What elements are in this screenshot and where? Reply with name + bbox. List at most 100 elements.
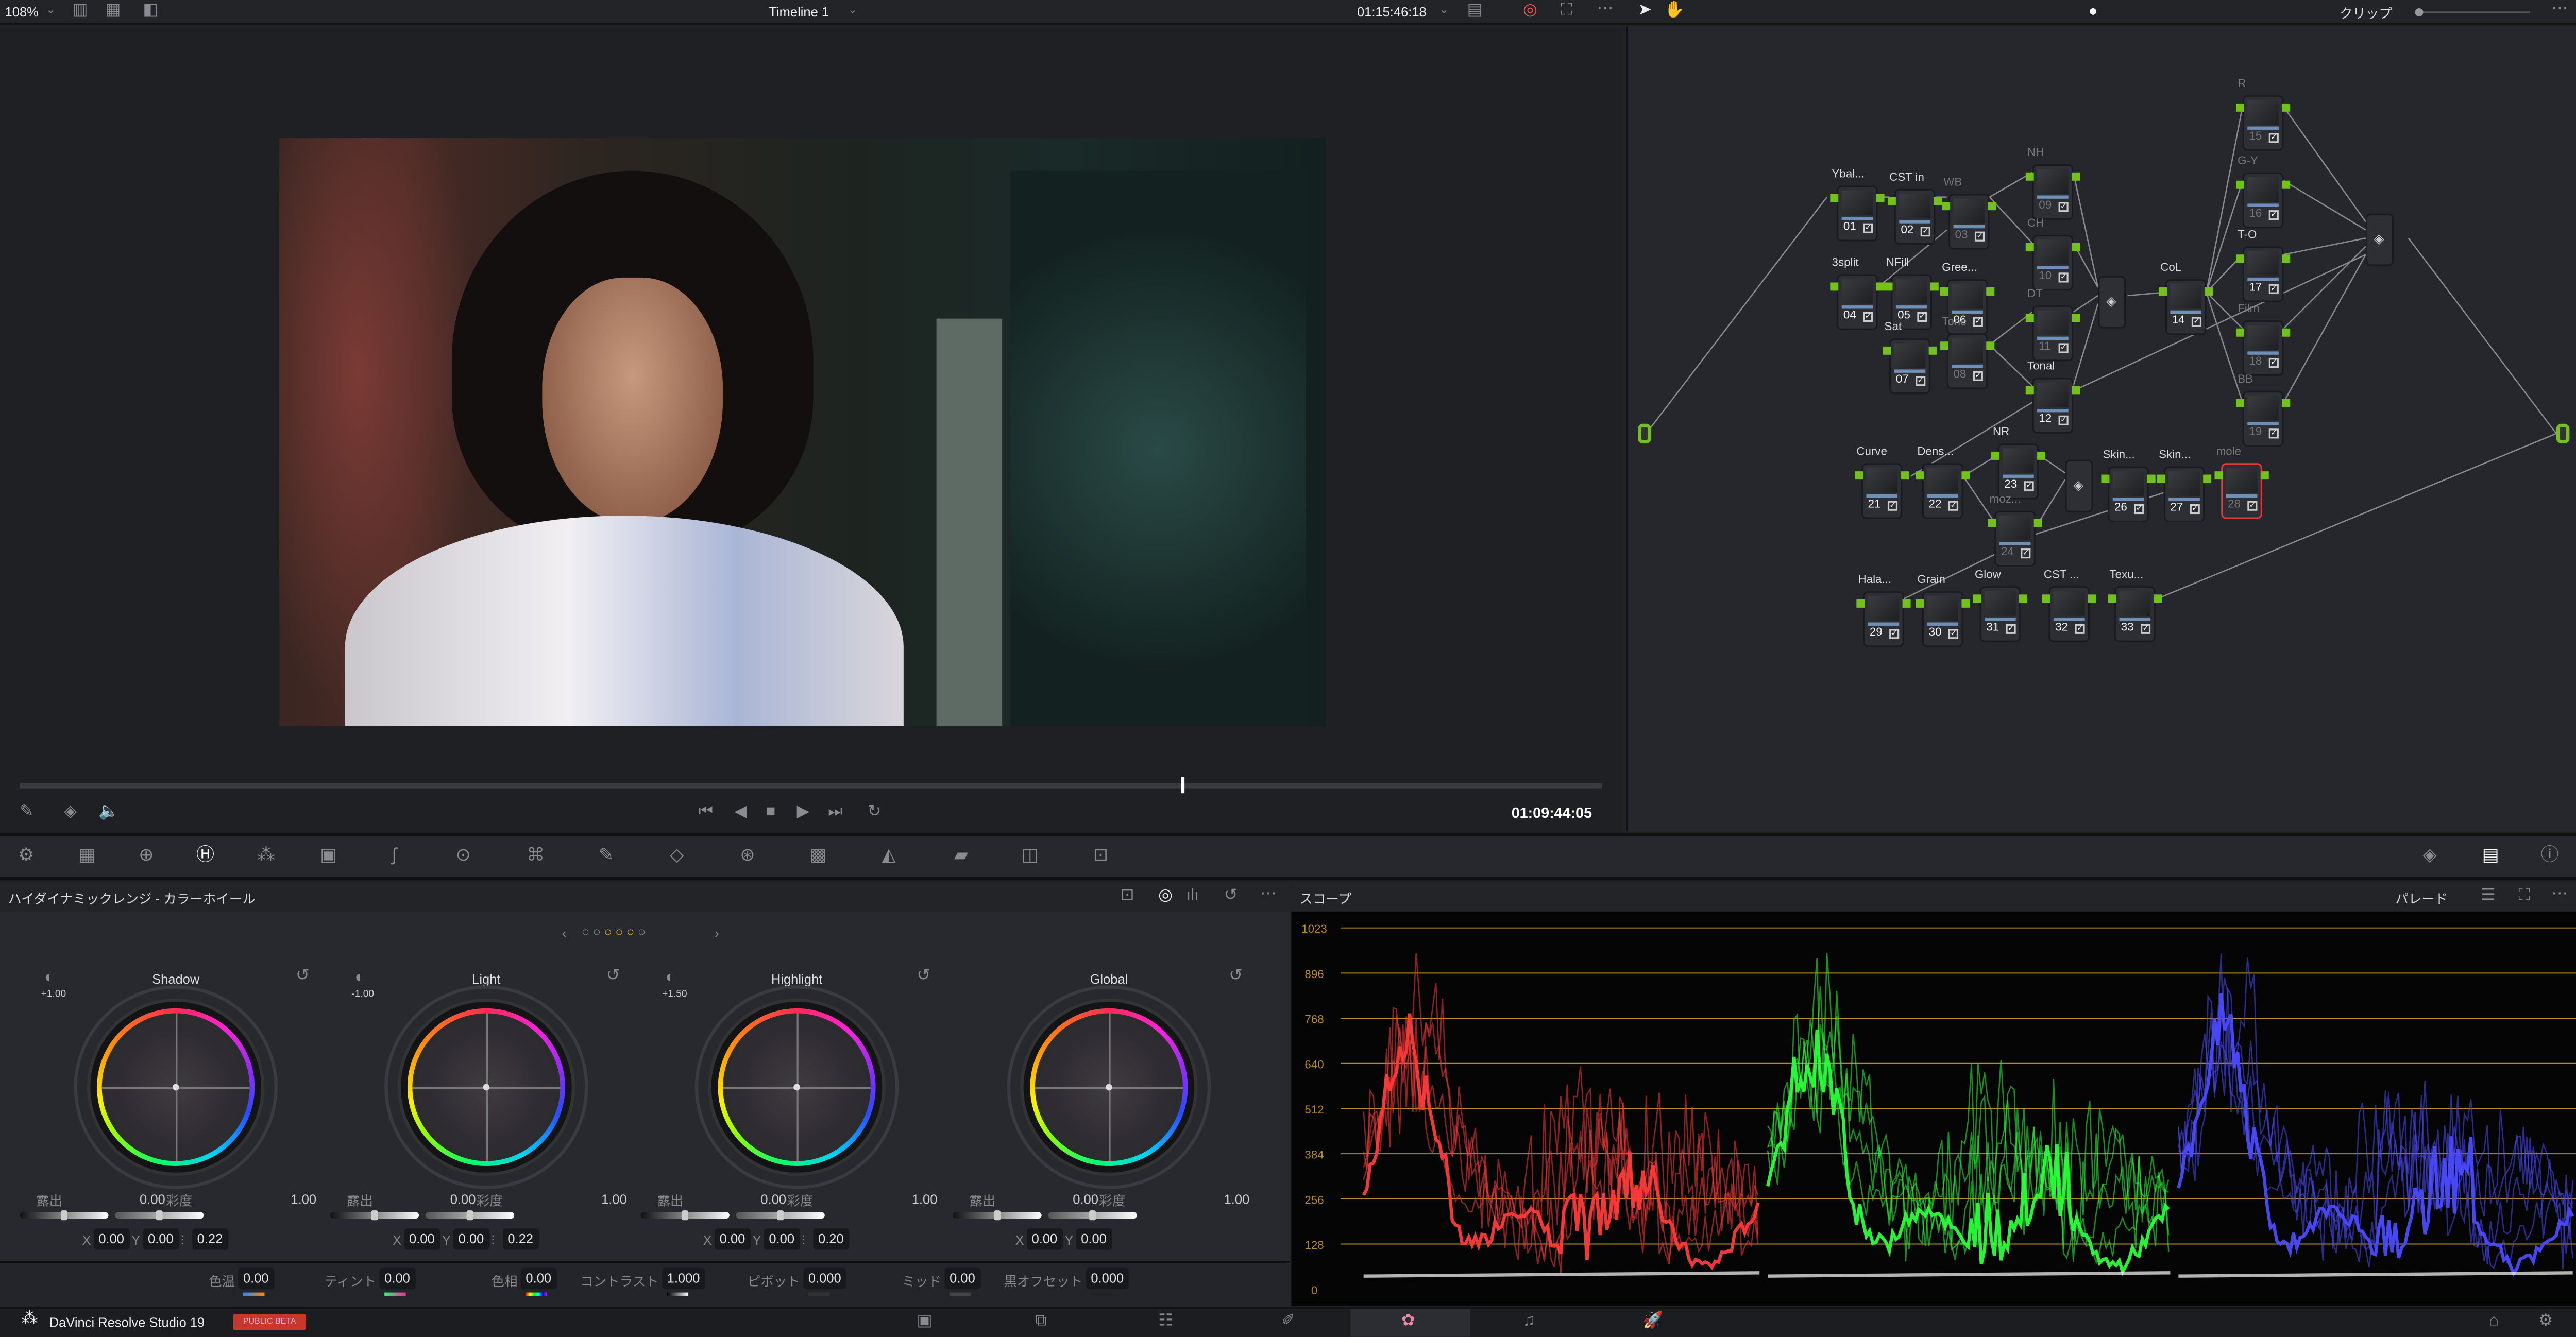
exposure-slider[interactable] <box>953 1210 1042 1221</box>
settings-gear-icon[interactable]: ⚙ <box>2538 1313 2553 1330</box>
node-input-pin[interactable] <box>2214 471 2223 480</box>
node-27[interactable]: Skin... 27 ✓ <box>2157 450 2212 523</box>
node-output-pin[interactable] <box>1961 599 1970 608</box>
y-field[interactable]: 0.00 <box>143 1228 179 1250</box>
node-output-pin[interactable] <box>2205 287 2213 296</box>
node-19[interactable]: BB 19 ✓ <box>2235 374 2291 447</box>
color-wheel-light[interactable] <box>401 1002 572 1173</box>
zone-picker-icon[interactable]: ◐ <box>355 970 365 987</box>
expand-icon[interactable]: ⊡ <box>1121 888 1134 905</box>
node-output-pin[interactable] <box>1876 194 1885 202</box>
x-field[interactable]: 0.00 <box>715 1228 750 1250</box>
exposure-value[interactable]: 0.00 <box>140 1192 165 1207</box>
node-output-pin[interactable] <box>2088 594 2096 603</box>
key-icon[interactable]: ◭ <box>877 844 901 867</box>
reset-icon[interactable]: ↺ <box>1224 888 1238 905</box>
node-output-pin[interactable] <box>2282 399 2291 407</box>
node-29[interactable]: Hala... 29 ✓ <box>1856 575 1911 647</box>
reset-icon[interactable]: ↺ <box>606 968 620 985</box>
deliver-page-icon[interactable]: 🚀 <box>1643 1313 1664 1330</box>
node-enable-checkbox[interactable]: ✓ <box>1889 629 1900 639</box>
node-21[interactable]: Curve 21 ✓ <box>1855 447 1909 519</box>
color-wheel-highlight[interactable] <box>711 1002 883 1173</box>
falloff-field[interactable]: 0.20 <box>813 1228 849 1250</box>
node-enable-checkbox[interactable]: ✓ <box>1863 312 1873 322</box>
node-04[interactable]: 3split 04 ✓ <box>1830 258 1885 330</box>
node-output-pin[interactable] <box>2019 594 2027 603</box>
node-18[interactable]: Film 18 ✓ <box>2235 304 2291 376</box>
scope-settings-icon[interactable]: ☰ <box>2481 888 2496 905</box>
reset-icon[interactable]: ↺ <box>1229 968 1243 985</box>
node-output-pin[interactable] <box>1986 341 1995 350</box>
node-enable-checkbox[interactable]: ✓ <box>2058 272 2069 283</box>
node-enable-checkbox[interactable]: ✓ <box>1948 501 1959 511</box>
y-field[interactable]: 0.00 <box>1076 1228 1112 1250</box>
x-field[interactable]: 0.00 <box>404 1228 440 1250</box>
camera-raw-icon[interactable]: ⚙ <box>15 844 38 867</box>
node-input-pin[interactable] <box>1988 519 1996 527</box>
node-input-pin[interactable] <box>2042 594 2050 603</box>
node-enable-checkbox[interactable]: ✓ <box>1887 501 1898 511</box>
3d-icon[interactable]: ◫ <box>1019 844 1042 867</box>
node-input-pin[interactable] <box>1883 346 1891 355</box>
saturation-slider[interactable] <box>1048 1210 1137 1221</box>
node-output-pin[interactable] <box>2282 328 2291 337</box>
layer-mixer-2[interactable]: ◈ <box>2065 459 2093 512</box>
color-wheel-shadow[interactable] <box>90 1002 262 1173</box>
node-input-pin[interactable] <box>2157 474 2165 483</box>
node-input-pin[interactable] <box>2235 399 2244 407</box>
hdr-icon[interactable]: Ⓗ <box>194 844 217 867</box>
saturation-slider[interactable] <box>736 1210 825 1221</box>
wheel-puck[interactable] <box>793 1084 800 1091</box>
blur-icon[interactable]: ▩ <box>807 844 830 867</box>
stereo-icon[interactable]: ⊡ <box>1089 844 1112 867</box>
falloff-field[interactable]: 0.22 <box>192 1228 228 1250</box>
adjust-field[interactable]: 0.00 <box>379 1267 415 1290</box>
falloff-field[interactable]: 0.22 <box>502 1228 538 1250</box>
motion-effects-icon[interactable]: ▣ <box>317 844 340 867</box>
node-input-pin[interactable] <box>2235 254 2244 263</box>
node-input-pin[interactable] <box>2101 474 2110 483</box>
node-output-pin[interactable] <box>1902 599 1911 608</box>
rgb-mixer-icon[interactable]: ⁂ <box>255 844 278 867</box>
node-output-pin[interactable] <box>1876 282 1885 291</box>
node-output-pin[interactable] <box>2037 451 2046 460</box>
node-output-pin[interactable] <box>2072 172 2080 181</box>
node-input-pin[interactable] <box>1884 282 1893 291</box>
node-output-pin[interactable] <box>1901 471 1909 480</box>
node-input-pin[interactable] <box>2025 386 2034 395</box>
more-icon[interactable]: ⋯ <box>2551 886 2568 903</box>
y-field[interactable]: 0.00 <box>764 1228 800 1250</box>
node-10[interactable]: CH 10 ✓ <box>2025 218 2080 291</box>
curves-icon[interactable]: ∫ <box>383 844 406 867</box>
adjust-field[interactable]: 0.000 <box>803 1267 846 1290</box>
node-input-pin[interactable] <box>2235 328 2244 337</box>
node-input-pin[interactable] <box>1855 471 1863 480</box>
node-enable-checkbox[interactable]: ✓ <box>1920 227 1930 237</box>
wheel-puck[interactable] <box>483 1084 490 1091</box>
scope-expand-icon[interactable]: ⛶ <box>2518 888 2530 905</box>
node-enable-checkbox[interactable]: ✓ <box>2268 133 2279 143</box>
node-enable-checkbox[interactable]: ✓ <box>2268 284 2279 294</box>
node-input-pin[interactable] <box>1991 451 1999 460</box>
node-input-pin[interactable] <box>2108 594 2116 603</box>
scope-mode-selector[interactable]: パレード <box>2395 890 2448 908</box>
more-icon[interactable]: ⋯ <box>1260 886 1277 903</box>
node-input-pin[interactable] <box>1916 599 1924 608</box>
color-match-icon[interactable]: ▦ <box>76 844 99 867</box>
node-03[interactable]: WB 03 ✓ <box>1942 177 1996 250</box>
node-enable-checkbox[interactable]: ✓ <box>1916 376 1926 386</box>
exposure-value[interactable]: 0.00 <box>450 1192 476 1207</box>
node-enable-checkbox[interactable]: ✓ <box>2191 317 2201 327</box>
edit-page-icon[interactable]: ☷ <box>1158 1313 1173 1330</box>
reset-icon[interactable]: ↺ <box>296 968 310 985</box>
qualifier-icon[interactable]: ⌘ <box>524 844 547 867</box>
node-24[interactable]: moz... 24 ✓ <box>1988 494 2042 567</box>
node-16[interactable]: G-Y 16 ✓ <box>2235 156 2291 229</box>
exposure-slider[interactable] <box>640 1210 730 1221</box>
node-enable-checkbox[interactable]: ✓ <box>2006 624 2016 634</box>
media-page-icon[interactable]: ▣ <box>917 1313 932 1330</box>
saturation-slider[interactable] <box>115 1210 204 1221</box>
node-output-pin[interactable] <box>2154 594 2162 603</box>
node-output-pin[interactable] <box>2203 474 2212 483</box>
